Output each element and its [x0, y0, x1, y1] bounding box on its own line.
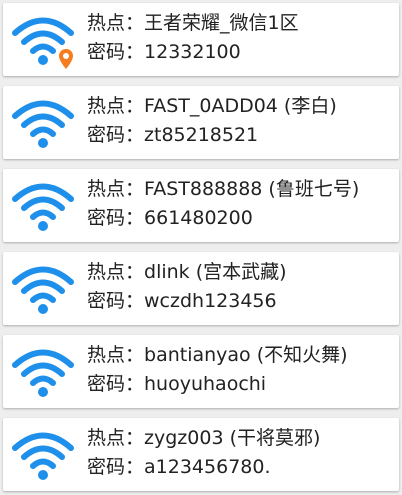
wifi-icon — [11, 429, 75, 481]
password-row: 密码：wczdh123456 — [87, 287, 395, 316]
ssid-value: FAST888888 (鲁班七号) — [144, 178, 360, 200]
ssid-label: 热点： — [87, 344, 145, 366]
hotspot-card[interactable]: 热点：dlink (宫本武藏) 密码：wczdh123456 — [3, 252, 399, 325]
ssid-label: 热点： — [87, 178, 145, 200]
wifi-icon — [11, 346, 75, 398]
ssid-value: zygz003 (干将莫邪) — [144, 427, 321, 449]
wifi-icon — [11, 97, 75, 149]
location-pin-icon — [59, 49, 73, 69]
hotspot-text: 热点：bantianyao (不知火舞) 密码：huoyuhaochi — [87, 341, 395, 399]
ssid-value: bantianyao (不知火舞) — [144, 344, 348, 366]
ssid-row: 热点：zygz003 (干将莫邪) — [87, 424, 395, 453]
hotspot-card[interactable]: 热点：王者荣耀_微信1区 密码：12332100 — [3, 3, 399, 76]
password-value: wczdh123456 — [144, 290, 277, 312]
wifi-icon — [11, 180, 75, 232]
password-row: 密码：huoyuhaochi — [87, 370, 395, 399]
hotspot-list: 热点：王者荣耀_微信1区 密码：12332100 热点：FAST_0ADD04 … — [0, 0, 402, 495]
password-value: huoyuhaochi — [144, 373, 267, 395]
password-label: 密码： — [87, 41, 145, 63]
hotspot-card[interactable]: 热点：zygz003 (干将莫邪) 密码：a123456780. — [3, 418, 399, 491]
ssid-label: 热点： — [87, 427, 145, 449]
wifi-icon — [11, 263, 75, 315]
password-value: 661480200 — [144, 207, 253, 229]
password-row: 密码：a123456780. — [87, 453, 395, 482]
password-label: 密码： — [87, 207, 145, 229]
hotspot-card[interactable]: 热点：FAST_0ADD04 (李白) 密码：zt85218521 — [3, 86, 399, 159]
password-label: 密码： — [87, 373, 145, 395]
password-value: a123456780. — [144, 456, 271, 478]
password-label: 密码： — [87, 290, 145, 312]
password-label: 密码： — [87, 456, 145, 478]
hotspot-text: 热点：FAST888888 (鲁班七号) 密码：661480200 — [87, 175, 395, 233]
ssid-row: 热点：dlink (宫本武藏) — [87, 258, 395, 287]
password-value: zt85218521 — [144, 124, 259, 146]
password-row: 密码：661480200 — [87, 204, 395, 233]
password-value: 12332100 — [144, 41, 241, 63]
ssid-label: 热点： — [87, 261, 145, 283]
hotspot-text: 热点：FAST_0ADD04 (李白) 密码：zt85218521 — [87, 92, 395, 150]
hotspot-card[interactable]: 热点：FAST888888 (鲁班七号) 密码：661480200 — [3, 169, 399, 242]
ssid-row: 热点：FAST_0ADD04 (李白) — [87, 92, 395, 121]
hotspot-text: 热点：王者荣耀_微信1区 密码：12332100 — [87, 9, 395, 67]
password-row: 密码：12332100 — [87, 38, 395, 67]
ssid-row: 热点：FAST888888 (鲁班七号) — [87, 175, 395, 204]
hotspot-text: 热点：dlink (宫本武藏) 密码：wczdh123456 — [87, 258, 395, 316]
hotspot-card[interactable]: 热点：bantianyao (不知火舞) 密码：huoyuhaochi — [3, 335, 399, 408]
ssid-label: 热点： — [87, 12, 145, 34]
ssid-label: 热点： — [87, 95, 145, 117]
hotspot-text: 热点：zygz003 (干将莫邪) 密码：a123456780. — [87, 424, 395, 482]
password-row: 密码：zt85218521 — [87, 121, 395, 150]
ssid-row: 热点：王者荣耀_微信1区 — [87, 9, 395, 38]
ssid-row: 热点：bantianyao (不知火舞) — [87, 341, 395, 370]
ssid-value: 王者荣耀_微信1区 — [144, 12, 299, 34]
ssid-value: dlink (宫本武藏) — [144, 261, 287, 283]
password-label: 密码： — [87, 124, 145, 146]
ssid-value: FAST_0ADD04 (李白) — [144, 95, 337, 117]
